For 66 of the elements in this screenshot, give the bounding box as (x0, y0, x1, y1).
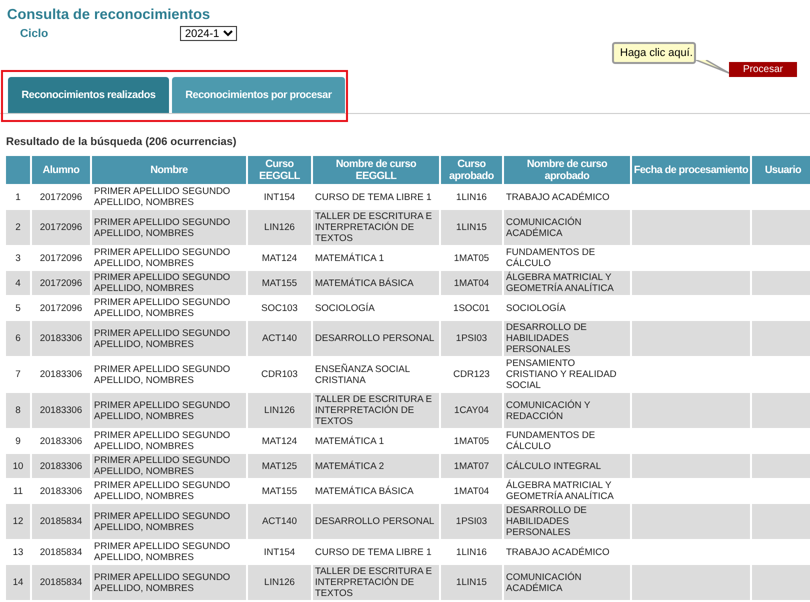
table-cell: 20185834 (32, 565, 90, 601)
table-cell: COMUNICACIÓN ACADÉMICA (504, 565, 630, 601)
column-header: Curso EEGGLL (248, 156, 311, 185)
table-cell: 1LIN15 (441, 565, 502, 601)
table-cell: 6 (6, 321, 30, 357)
table-cell: TALLER DE ESCRITURA E INTERPRETACIÓN DE TEXTOS (313, 565, 439, 601)
table-cell: 1PSI03 (441, 321, 502, 357)
table-cell: MAT125 (248, 454, 311, 479)
table-cell: PRIMER APELLIDO SEGUNDO APELLIDO, NOMBRES (92, 321, 246, 357)
tooltip: Haga clic aquí. (612, 42, 696, 64)
table-cell: CÁLCULO INTEGRAL (504, 454, 630, 479)
tooltip-pointer (696, 60, 730, 74)
column-header: Nombre (92, 156, 246, 185)
table-cell: 10 (6, 454, 30, 479)
table-cell: 12 (6, 504, 30, 540)
table-cell: DESARROLLO DE HABILIDADES PERSONALES (504, 504, 630, 540)
table-cell: MATEMÁTICA 2 (313, 454, 439, 479)
table-cell: TALLER DE ESCRITURA E INTERPRETACIÓN DE TEXTOS (313, 393, 439, 429)
table-cell: PRIMER APELLIDO SEGUNDO APELLIDO, NOMBRES (92, 210, 246, 246)
table-cell: PRIMER APELLIDO SEGUNDO APELLIDO, NOMBRES (92, 504, 246, 540)
table-cell: 4 (6, 271, 30, 296)
table-cell: 14 (6, 565, 30, 601)
table-cell: 20183306 (32, 321, 90, 357)
table-cell: LIN126 (248, 210, 311, 246)
table-cell: PRIMER APELLIDO SEGUNDO APELLIDO, NOMBRES (92, 393, 246, 429)
table-cell: PRIMER APELLIDO SEGUNDO APELLIDO, NOMBRES (92, 271, 246, 296)
table-cell: PRIMER APELLIDO SEGUNDO APELLIDO, NOMBRES (92, 454, 246, 479)
table-cell: ACT140 (248, 504, 311, 540)
table-cell: DESARROLLO PERSONAL (313, 321, 439, 357)
process-button[interactable]: Procesar (729, 62, 797, 77)
table-cell: DESARROLLO PERSONAL (313, 504, 439, 540)
table-cell: LIN126 (248, 393, 311, 429)
table-cell: DESARROLLO DE HABILIDADES PERSONALES (504, 321, 630, 357)
table-cell: 8 (6, 393, 30, 429)
table-cell: COMUNICACIÓN Y REDACCIÓN (504, 393, 630, 429)
ciclo-label: Ciclo (20, 28, 50, 40)
tab[interactable]: Reconocimientos realizados (8, 77, 169, 113)
table-cell: 1PSI03 (441, 504, 502, 540)
table-cell: MATEMÁTICA BÁSICA (313, 271, 439, 296)
table-cell: 20183306 (32, 393, 90, 429)
column-header: Nombre de curso aprobado (504, 156, 630, 185)
result-heading: Resultado de la búsqueda (206 ocurrencias) (6, 136, 238, 150)
column-header (6, 156, 30, 185)
table-cell: PRIMER APELLIDO SEGUNDO APELLIDO, NOMBRES (92, 565, 246, 601)
table-cell: ACT140 (248, 321, 311, 357)
table-cell: 20185834 (32, 504, 90, 540)
table-cell: 1MAT04 (441, 271, 502, 296)
column-header: Curso aprobado (441, 156, 502, 185)
column-header: Nombre de curso EEGGLL (313, 156, 439, 185)
table-cell: 1LIN15 (441, 210, 502, 246)
table-cell: LIN126 (248, 565, 311, 601)
table-cell: 20172096 (32, 210, 90, 246)
column-header: Fecha de procesamiento (632, 156, 750, 185)
table-cell: 20183306 (32, 454, 90, 479)
table-cell: 20172096 (32, 271, 90, 296)
table-cell: COMUNICACIÓN ACADÉMICA (504, 210, 630, 246)
table-cell: ÁLGEBRA MATRICIAL Y GEOMETRÍA ANALÍTICA (504, 271, 630, 296)
table-cell: TALLER DE ESCRITURA E INTERPRETACIÓN DE TEXTOS (313, 210, 439, 246)
page-title: Consulta de reconocimientos (7, 7, 212, 23)
ciclo-select[interactable]: 2024-1 (180, 26, 237, 41)
table-cell: 1MAT07 (441, 454, 502, 479)
table-cell: 1CAY04 (441, 393, 502, 429)
table-cell: 2 (6, 210, 30, 246)
column-header: Usuario (752, 156, 810, 185)
table-cell: MAT155 (248, 271, 311, 296)
column-header: Alumno (32, 156, 90, 185)
